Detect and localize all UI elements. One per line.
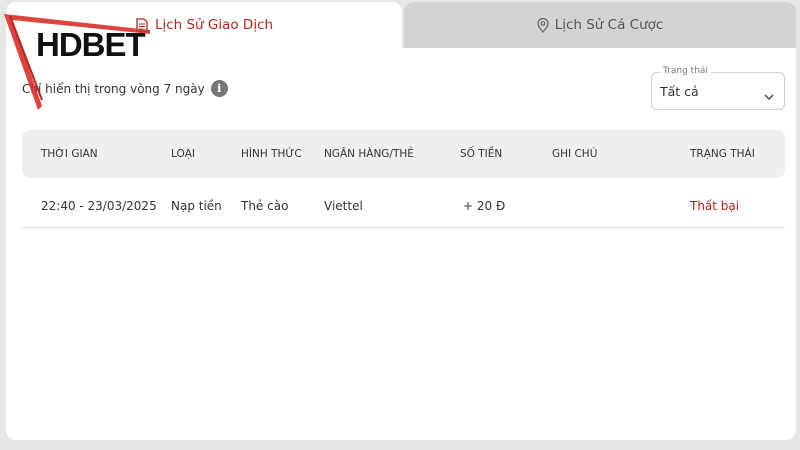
cell-bank: Viettel (324, 198, 363, 213)
location-pin-icon (537, 17, 549, 33)
notice-text: Chỉ hiển thị trong vòng 7 ngày (22, 81, 205, 96)
tab-transaction-history[interactable]: Lịch Sử Giao Dịch (6, 2, 402, 48)
cell-amount: + 20 Đ (463, 198, 506, 213)
col-header-type: LOẠI (171, 148, 196, 160)
tab-bet-history[interactable]: Lịch Sử Cá Cược (404, 2, 796, 48)
content-panel: Chỉ hiển thị trong vòng 7 ngày i Trạng t… (6, 48, 796, 440)
col-header-time: THỜI GIAN (41, 148, 98, 160)
col-header-method: HÌNH THỨC (241, 148, 302, 160)
table-header: THỜI GIAN LOẠI HÌNH THỨC NGÂN HÀNG/THẺ S… (22, 130, 785, 178)
col-header-status: TRẠNG THÁI (690, 148, 755, 160)
status-filter-value: Tất cả (660, 84, 699, 99)
tab-label: Lịch Sử Giao Dịch (154, 17, 274, 33)
tab-bar: Lịch Sử Giao Dịch Lịch Sử Cá Cược (6, 2, 796, 48)
info-icon[interactable]: i (210, 80, 228, 97)
cell-method: Thẻ cào (241, 198, 289, 213)
col-header-note: GHI CHÚ (552, 148, 598, 160)
app-frame: Lịch Sử Giao Dịch Lịch Sử Cá Cược Chỉ hi… (0, 0, 800, 450)
col-header-amount: SỐ TIỀN (460, 148, 503, 160)
tab-label: Lịch Sử Cá Cược (554, 17, 664, 33)
status-filter-select[interactable]: Trạng thái Tất cả (651, 66, 785, 110)
receipt-icon (135, 18, 149, 32)
cell-time: 22:40 - 23/03/2025 (41, 198, 157, 213)
seven-day-notice: Chỉ hiển thị trong vòng 7 ngày i (22, 80, 228, 97)
cell-status: Thất bại (690, 198, 740, 213)
table-row: 22:40 - 23/03/2025 Nạp tiền Thẻ cào Viet… (22, 184, 785, 228)
status-filter-legend: Trạng thái (660, 66, 711, 76)
cell-type: Nạp tiền (171, 198, 222, 213)
chevron-down-icon (764, 86, 774, 105)
col-header-bank: NGÂN HÀNG/THẺ (324, 148, 414, 160)
